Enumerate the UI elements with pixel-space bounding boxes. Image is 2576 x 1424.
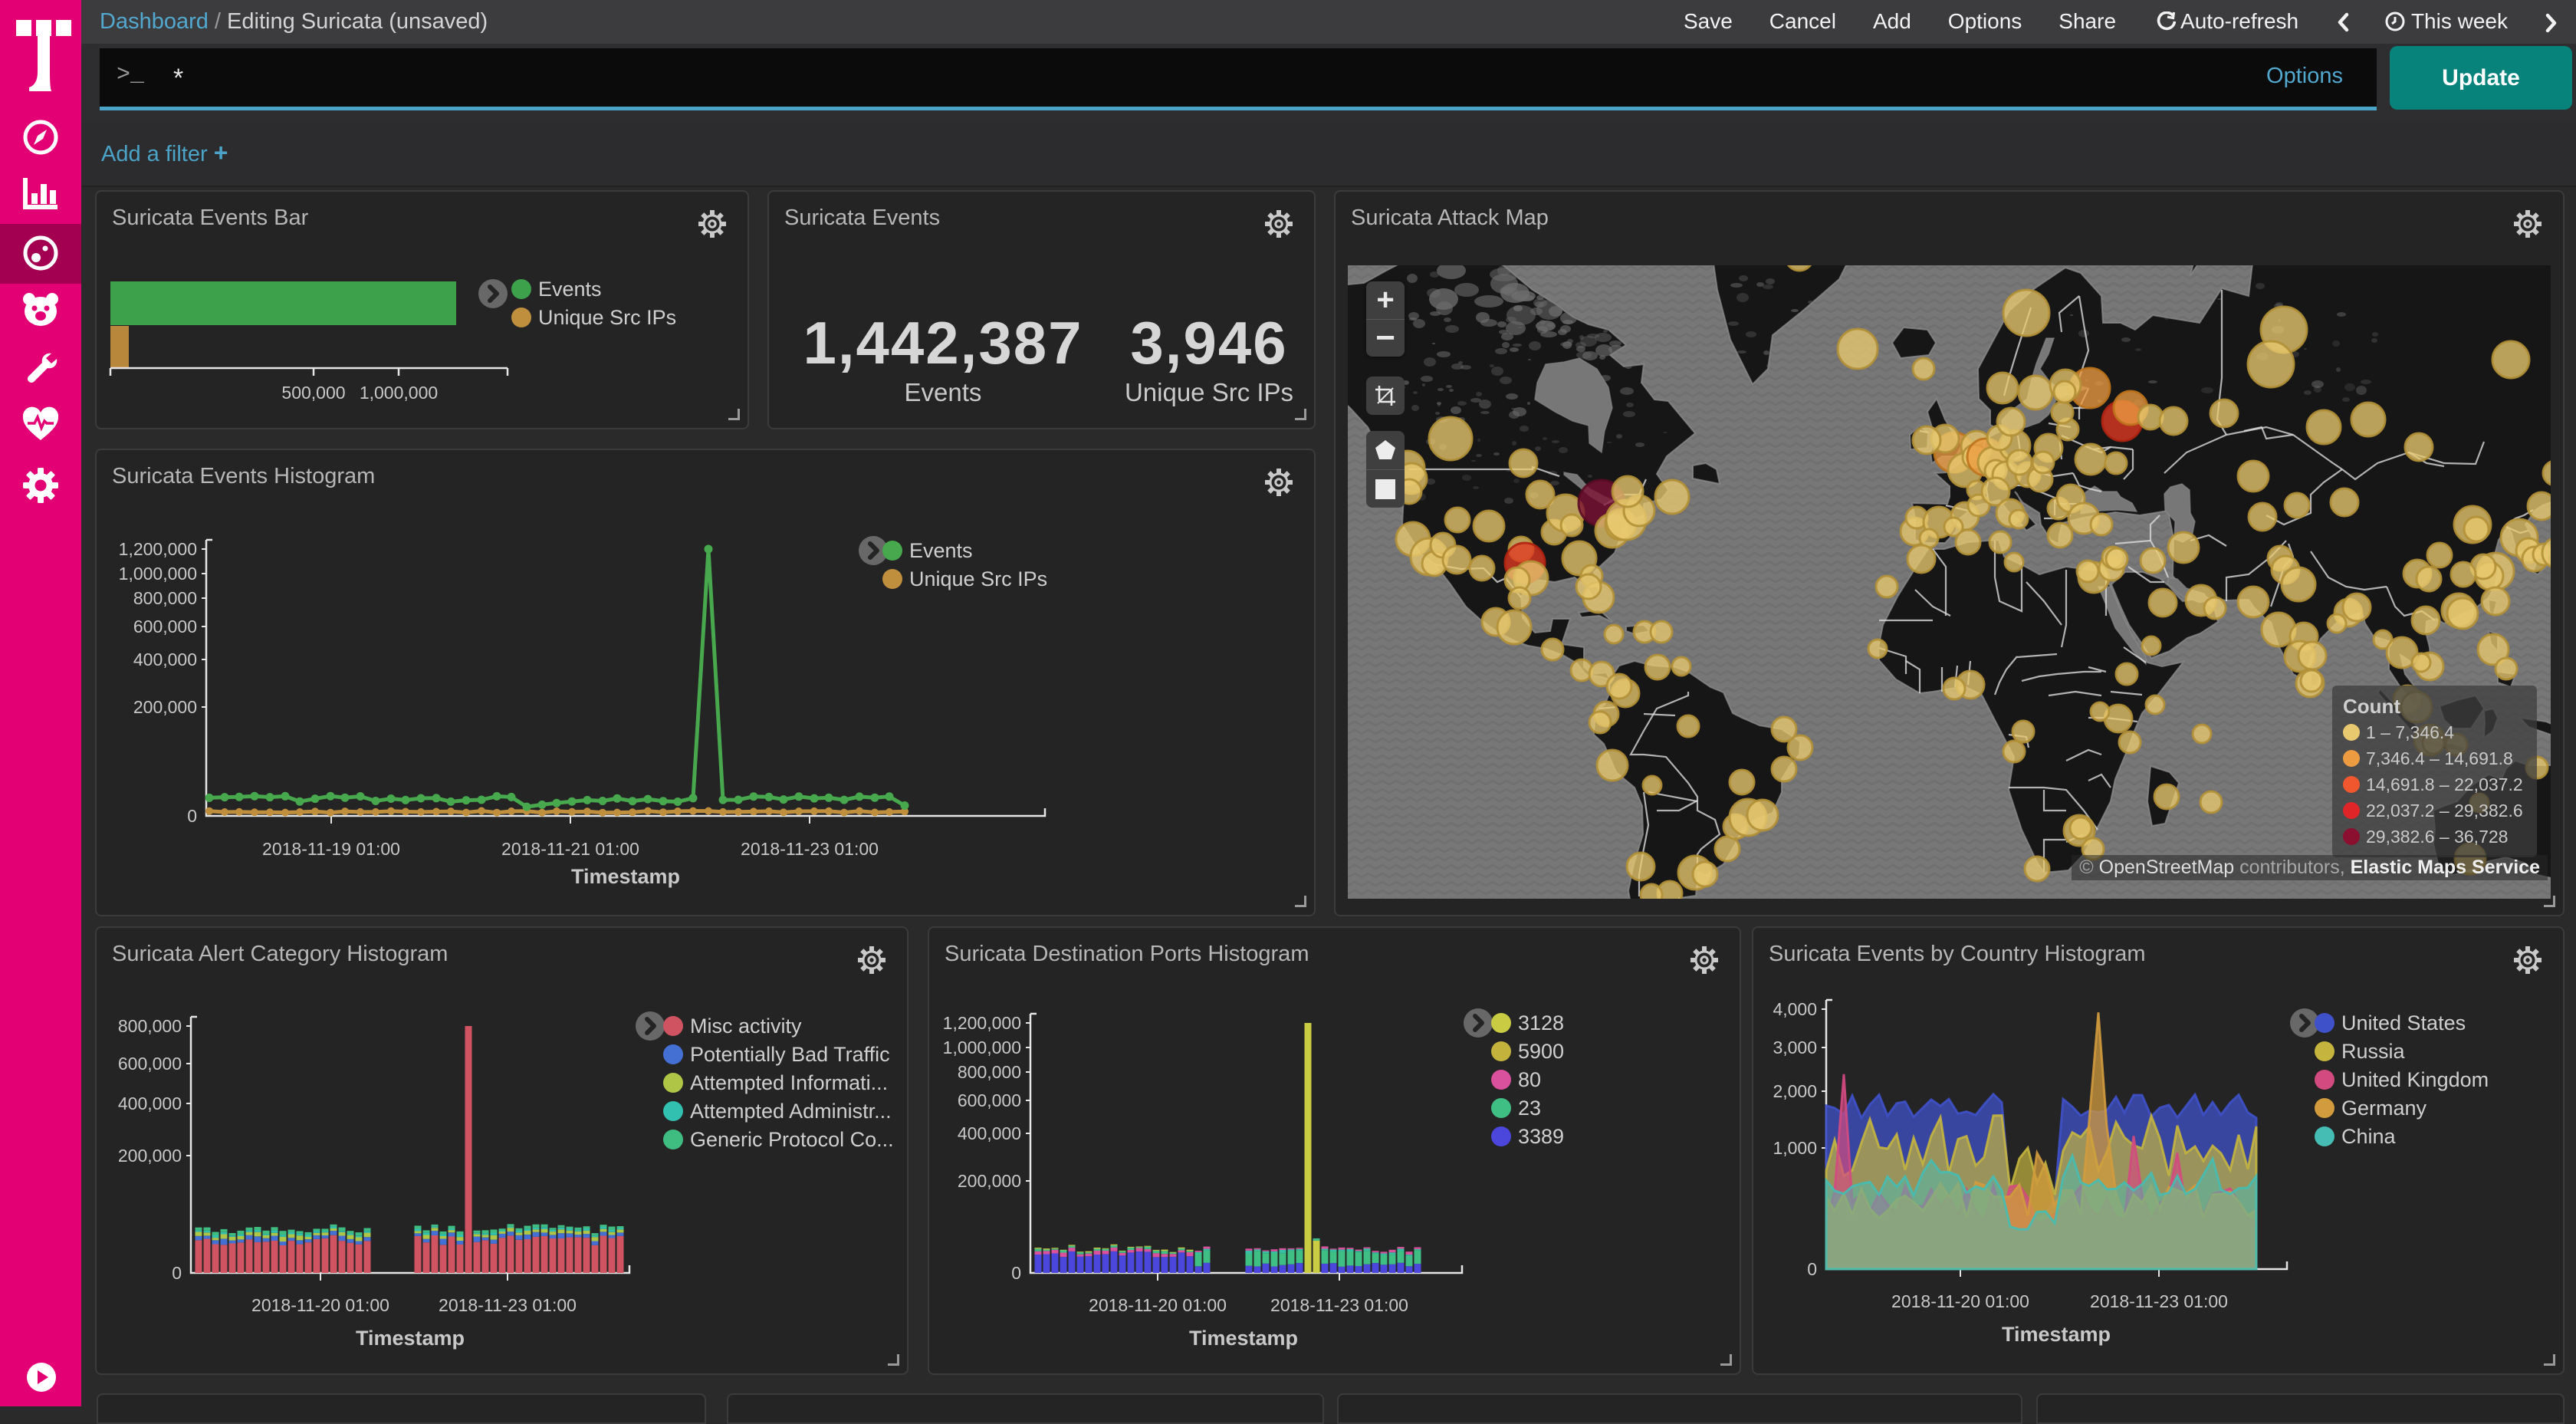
svg-text:Attempted Informati...: Attempted Informati...: [690, 1071, 888, 1094]
svg-text:500,000: 500,000: [281, 383, 345, 403]
svg-text:400,000: 400,000: [118, 1093, 182, 1113]
svg-text:3128: 3128: [1518, 1011, 1564, 1034]
svg-text:Generic Protocol Co...: Generic Protocol Co...: [690, 1128, 894, 1151]
svg-text:800,000: 800,000: [133, 588, 197, 608]
svg-text:200,000: 200,000: [118, 1146, 182, 1166]
svg-text:Russia: Russia: [2341, 1040, 2406, 1063]
svg-text:400,000: 400,000: [958, 1123, 1021, 1143]
svg-text:1,200,000: 1,200,000: [943, 1013, 1021, 1033]
svg-text:United States: United States: [2341, 1011, 2466, 1034]
svg-text:2018-11-23 01:00: 2018-11-23 01:00: [1270, 1295, 1408, 1315]
svg-text:2018-11-20 01:00: 2018-11-20 01:00: [1891, 1291, 2029, 1311]
svg-text:80: 80: [1518, 1068, 1541, 1091]
svg-text:600,000: 600,000: [118, 1054, 182, 1074]
svg-text:Timestamp: Timestamp: [571, 865, 680, 888]
svg-text:0: 0: [1807, 1259, 1817, 1279]
svg-text:Attempted Administr...: Attempted Administr...: [690, 1100, 892, 1123]
svg-text:2018-11-21 01:00: 2018-11-21 01:00: [501, 839, 639, 859]
svg-text:2018-11-20 01:00: 2018-11-20 01:00: [251, 1295, 389, 1315]
svg-text:Germany: Germany: [2341, 1097, 2427, 1120]
svg-text:2018-11-20 01:00: 2018-11-20 01:00: [1089, 1295, 1227, 1315]
svg-text:2,000: 2,000: [1773, 1081, 1817, 1101]
svg-text:22,037.2 – 29,382.6: 22,037.2 – 29,382.6: [2366, 801, 2523, 821]
svg-text:800,000: 800,000: [958, 1062, 1021, 1082]
svg-text:1 – 7,346.4: 1 – 7,346.4: [2366, 723, 2454, 742]
svg-text:3389: 3389: [1518, 1125, 1564, 1148]
svg-text:600,000: 600,000: [958, 1090, 1021, 1110]
svg-text:3,000: 3,000: [1773, 1038, 1817, 1057]
svg-text:Unique Src IPs: Unique Src IPs: [909, 567, 1047, 590]
svg-text:United Kingdom: United Kingdom: [2341, 1068, 2489, 1091]
svg-text:Timestamp: Timestamp: [1189, 1327, 1298, 1350]
svg-text:0: 0: [187, 806, 197, 826]
svg-text:23: 23: [1518, 1097, 1541, 1120]
svg-text:1,200,000: 1,200,000: [119, 539, 197, 559]
svg-text:7,346.4 – 14,691.8: 7,346.4 – 14,691.8: [2366, 748, 2513, 768]
svg-text:2018-11-23 01:00: 2018-11-23 01:00: [439, 1295, 577, 1315]
svg-text:Potentially Bad Traffic: Potentially Bad Traffic: [690, 1043, 890, 1066]
svg-text:29,382.6 – 36,728: 29,382.6 – 36,728: [2366, 827, 2508, 846]
svg-text:Events: Events: [538, 278, 602, 301]
svg-text:2018-11-23 01:00: 2018-11-23 01:00: [741, 839, 879, 859]
svg-text:5900: 5900: [1518, 1040, 1564, 1063]
svg-text:0: 0: [172, 1263, 182, 1283]
svg-text:1,000: 1,000: [1773, 1138, 1817, 1158]
svg-text:200,000: 200,000: [133, 697, 197, 717]
svg-text:China: China: [2341, 1125, 2397, 1148]
svg-text:1,000,000: 1,000,000: [119, 564, 197, 584]
svg-text:800,000: 800,000: [118, 1016, 182, 1036]
svg-text:2018-11-23 01:00: 2018-11-23 01:00: [2090, 1291, 2228, 1311]
svg-text:Timestamp: Timestamp: [2002, 1323, 2111, 1346]
svg-text:0: 0: [1011, 1263, 1021, 1283]
svg-text:4,000: 4,000: [1773, 999, 1817, 1019]
svg-text:Timestamp: Timestamp: [356, 1327, 465, 1350]
svg-text:14,691.8 – 22,037.2: 14,691.8 – 22,037.2: [2366, 774, 2523, 794]
svg-text:1,000,000: 1,000,000: [360, 383, 438, 403]
svg-text:2018-11-19 01:00: 2018-11-19 01:00: [262, 839, 400, 859]
svg-text:Misc activity: Misc activity: [690, 1015, 802, 1038]
svg-text:600,000: 600,000: [133, 617, 197, 636]
svg-text:200,000: 200,000: [958, 1171, 1021, 1191]
svg-text:Unique Src IPs: Unique Src IPs: [538, 306, 676, 329]
svg-text:1,000,000: 1,000,000: [943, 1038, 1021, 1057]
svg-text:Events: Events: [909, 539, 973, 562]
svg-text:400,000: 400,000: [133, 650, 197, 669]
